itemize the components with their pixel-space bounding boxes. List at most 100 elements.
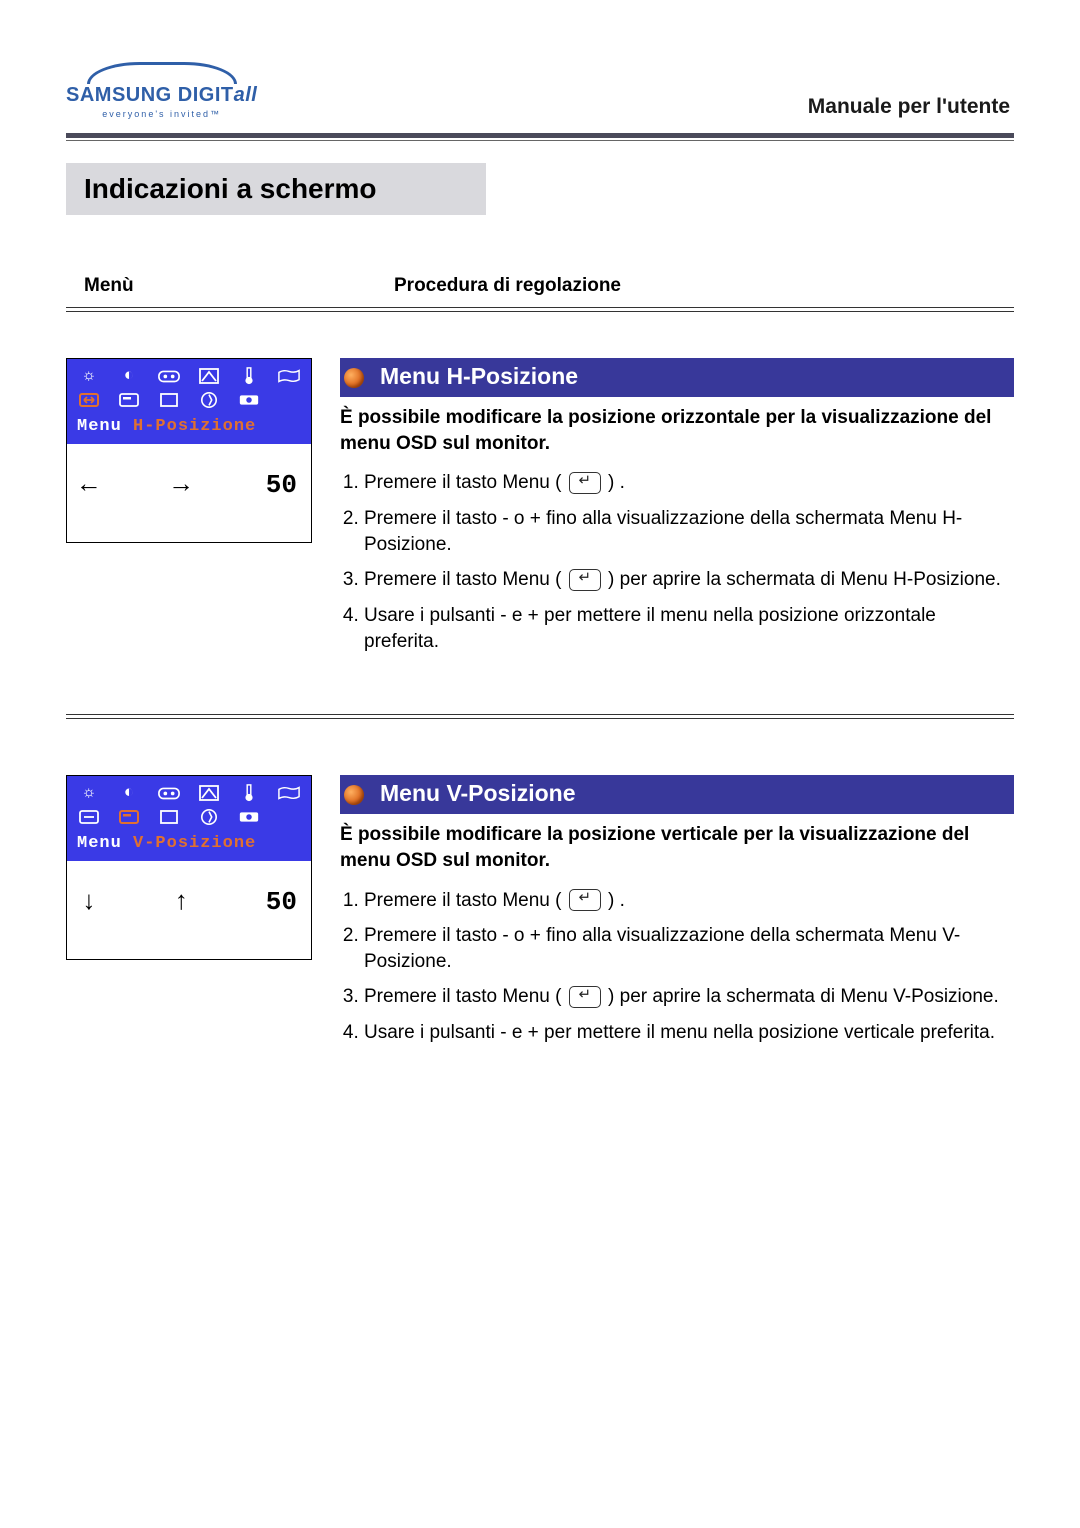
bullet-icon — [344, 785, 364, 805]
step-text: Premere il tasto - o + fino alla visuali… — [364, 508, 962, 555]
page-title-box: Indicazioni a schermo — [66, 163, 486, 215]
step-text: Usare i pulsanti - e + per mettere il me… — [364, 605, 936, 652]
section-h-position: ☼ ◐ Menu H-Posizione ← → 50 — [66, 358, 1014, 664]
osd-label-prefix: Menu — [77, 834, 133, 853]
bullet-icon — [344, 368, 364, 388]
step-text: Premere il tasto Menu ( — [364, 986, 567, 1007]
step-text: Premere il tasto Menu ( — [364, 569, 567, 590]
menu-h-pos-icon — [77, 808, 101, 828]
step-item: Premere il tasto Menu ( ) . — [364, 888, 1014, 914]
columns-rule — [66, 307, 1014, 312]
osd-icon-row-1: ☼ ◐ — [73, 784, 305, 804]
step-text: ) . — [603, 890, 625, 911]
language-icon — [277, 784, 301, 804]
step-item: Usare i pulsanti - e + per mettere il me… — [364, 1020, 1014, 1046]
osd-body: ↓ ↑ 50 — [67, 861, 311, 959]
section-v-position: ☼ ◐ Menu V-Posizione ↓ ↑ 50 — [66, 775, 1014, 1056]
section-title: Menu V-Posizione — [380, 780, 576, 806]
spacer-icon — [277, 808, 301, 828]
step-item: Usare i pulsanti - e + per mettere il me… — [364, 603, 1014, 654]
osd-top: ☼ ◐ Menu H-Posizione — [67, 359, 311, 444]
menu-v-pos-icon — [117, 391, 141, 411]
step-item: Premere il tasto Menu ( ) . — [364, 470, 1014, 496]
image-lock-icon — [157, 784, 181, 804]
section-content: Menu V-Posizione È possibile modificare … — [340, 775, 1014, 1056]
step-text: ) per aprire la schermata di Menu H-Posi… — [603, 569, 1001, 590]
color-temp-icon — [237, 367, 261, 387]
steps-list: Premere il tasto Menu ( ) . Premere il t… — [340, 470, 1014, 654]
language-icon — [277, 367, 301, 387]
osd-label-highlight: V-Posizione — [133, 834, 256, 853]
brightness-icon: ☼ — [77, 367, 101, 387]
col-procedure: Procedura di regolazione — [394, 275, 1014, 297]
arrow-right-icon: → — [173, 470, 189, 500]
menu-button-icon — [569, 889, 601, 911]
spacer-icon — [277, 391, 301, 411]
osd-label: Menu V-Posizione — [73, 832, 305, 857]
display-mode-icon — [157, 808, 181, 828]
manual-title: Manuale per l'utente — [808, 95, 1014, 119]
halftone-icon — [197, 391, 221, 411]
color-temp-icon — [237, 784, 261, 804]
step-text: Premere il tasto Menu ( — [364, 472, 567, 493]
section-title-bar: Menu H-Posizione — [340, 358, 1014, 397]
menu-button-icon — [569, 569, 601, 591]
osd-screenshot: ☼ ◐ Menu V-Posizione ↓ ↑ 50 — [66, 775, 312, 960]
contrast-icon: ◐ — [117, 784, 141, 804]
contrast-icon: ◐ — [117, 367, 141, 387]
osd-label-prefix: Menu — [77, 417, 133, 436]
geometry-icon — [197, 784, 221, 804]
page-title: Indicazioni a schermo — [84, 173, 468, 205]
osd-body: ← → 50 — [67, 444, 311, 542]
section-description: È possibile modificare la posizione vert… — [340, 822, 1014, 873]
menu-h-pos-icon — [77, 391, 101, 411]
reset-icon — [237, 808, 261, 828]
step-text: Premere il tasto Menu ( — [364, 890, 567, 911]
section-content: Menu H-Posizione È possibile modificare … — [340, 358, 1014, 664]
brand-logo: SAMSUNG DIGITall everyone's invited™ — [66, 62, 257, 119]
step-item: Premere il tasto - o + fino alla visuali… — [364, 923, 1014, 974]
step-text: Usare i pulsanti - e + per mettere il me… — [364, 1022, 995, 1043]
osd-value: 50 — [266, 470, 297, 500]
step-text: Premere il tasto - o + fino alla visuali… — [364, 925, 960, 972]
brand-main: SAMSUNG DIGIT — [66, 84, 234, 106]
arrow-up-icon: ↑ — [173, 887, 189, 917]
section-title: Menu H-Posizione — [380, 363, 578, 389]
menu-button-icon — [569, 986, 601, 1008]
header-rule-thick — [66, 133, 1014, 138]
brightness-icon: ☼ — [77, 784, 101, 804]
logo-arc — [87, 62, 237, 84]
osd-icon-row-1: ☼ ◐ — [73, 367, 305, 387]
section-title-bar: Menu V-Posizione — [340, 775, 1014, 814]
step-item: Premere il tasto Menu ( ) per aprire la … — [364, 984, 1014, 1010]
arrow-left-icon: ← — [81, 470, 97, 500]
brand-tagline: everyone's invited™ — [102, 109, 221, 119]
osd-value: 50 — [266, 887, 297, 917]
osd-label-highlight: H-Posizione — [133, 417, 256, 436]
col-menu: Menù — [84, 275, 394, 297]
osd-top: ☼ ◐ Menu V-Posizione — [67, 776, 311, 861]
step-text: ) . — [603, 472, 625, 493]
steps-list: Premere il tasto Menu ( ) . Premere il t… — [340, 888, 1014, 1046]
osd-icon-row-2 — [73, 391, 305, 411]
menu-v-pos-icon — [117, 808, 141, 828]
step-text: ) per aprire la schermata di Menu V-Posi… — [603, 986, 999, 1007]
page-header: SAMSUNG DIGITall everyone's invited™ Man… — [66, 62, 1014, 119]
image-lock-icon — [157, 367, 181, 387]
step-item: Premere il tasto - o + fino alla visuali… — [364, 506, 1014, 557]
osd-label: Menu H-Posizione — [73, 415, 305, 440]
section-description: È possibile modificare la posizione oriz… — [340, 405, 1014, 456]
display-mode-icon — [157, 391, 181, 411]
header-rule-thin — [66, 140, 1014, 141]
halftone-icon — [197, 808, 221, 828]
osd-screenshot: ☼ ◐ Menu H-Posizione ← → 50 — [66, 358, 312, 543]
arrow-down-icon: ↓ — [81, 887, 97, 917]
brand-name: SAMSUNG DIGITall — [66, 84, 257, 107]
osd-icon-row-2 — [73, 808, 305, 828]
step-item: Premere il tasto Menu ( ) per aprire la … — [364, 567, 1014, 593]
columns-header: Menù Procedura di regolazione — [66, 275, 1014, 297]
brand-suffix: all — [234, 84, 258, 106]
reset-icon — [237, 391, 261, 411]
geometry-icon — [197, 367, 221, 387]
section-separator — [66, 714, 1014, 719]
